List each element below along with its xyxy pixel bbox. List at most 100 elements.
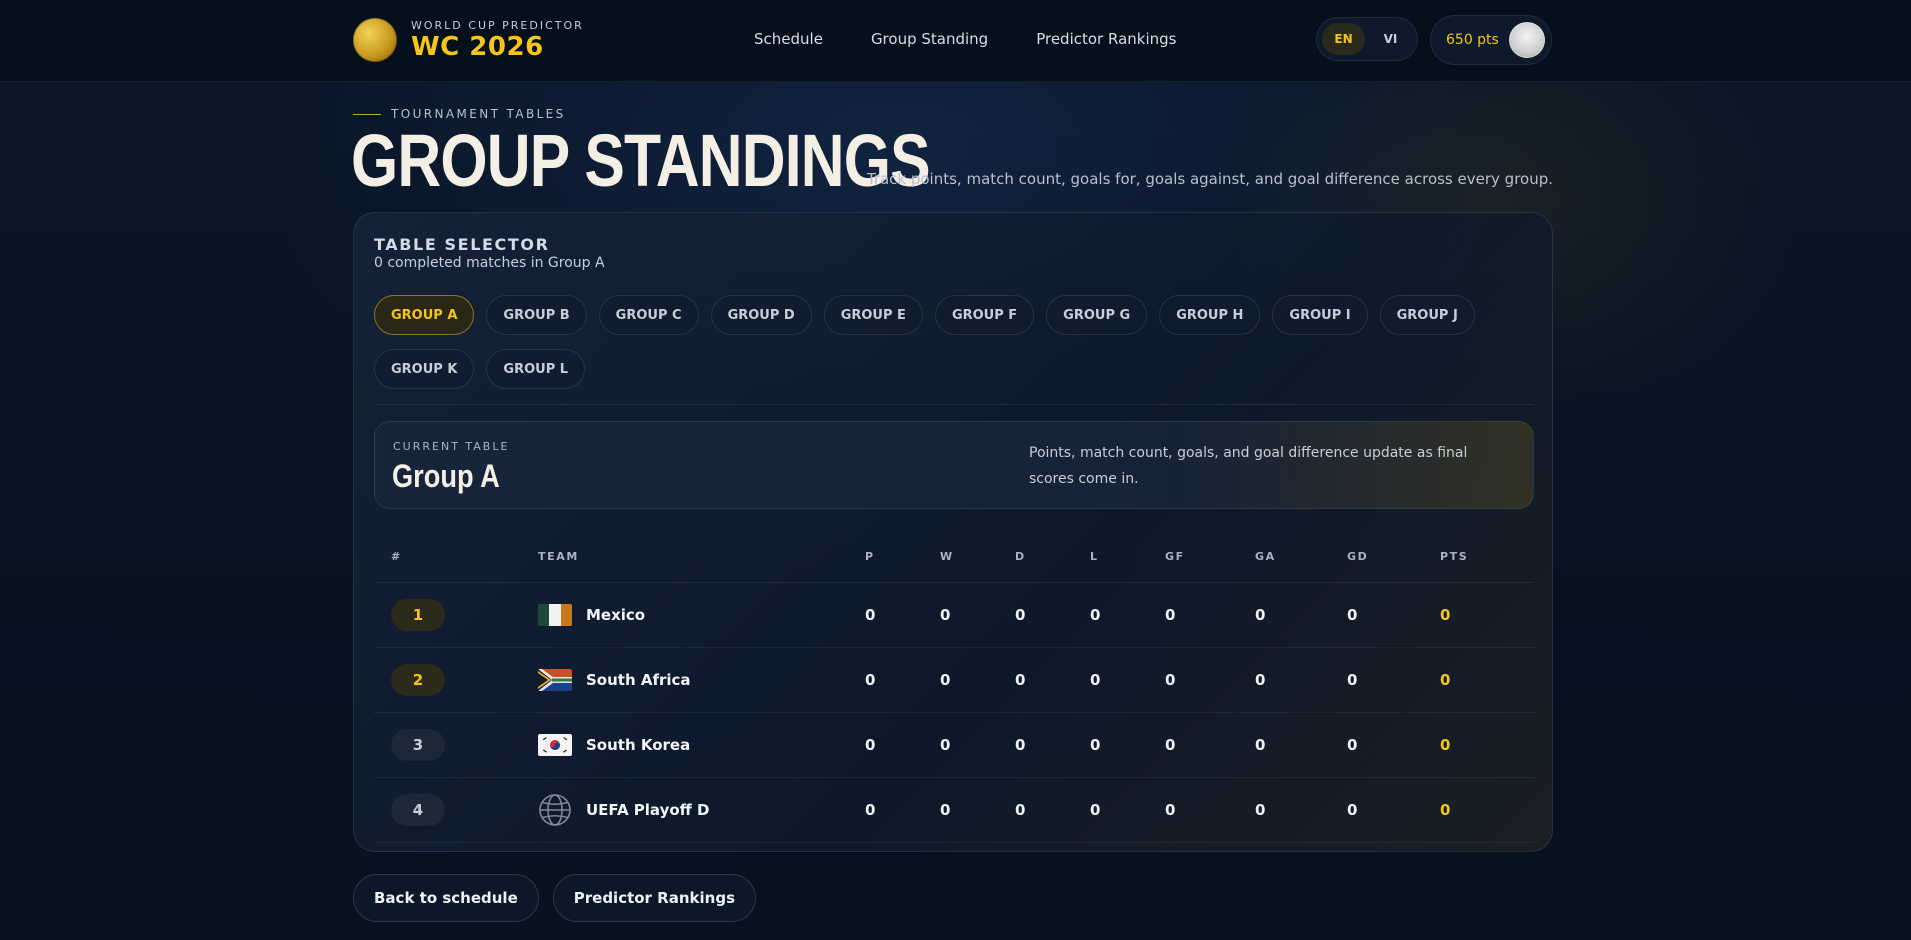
stat-ga: 0 [1255, 801, 1266, 819]
col-rank: # [391, 550, 402, 563]
rank-badge: 1 [391, 599, 445, 631]
stat-p: 0 [865, 801, 876, 819]
group-i-button[interactable]: GROUP I [1272, 295, 1368, 335]
footer-actions: Back to schedule Predictor Rankings [353, 874, 756, 922]
nav-predictor-rankings[interactable]: Predictor Rankings [1036, 30, 1176, 48]
page-title: GROUP STANDINGS [351, 119, 931, 202]
user-points-badge[interactable]: 650 pts [1430, 15, 1552, 65]
team-name: South Korea [586, 736, 691, 754]
stat-l: 0 [1090, 736, 1101, 754]
table-row[interactable]: 4 UEFA Playoff D 0 0 0 0 0 0 0 0 [374, 778, 1534, 843]
group-b-button[interactable]: GROUP B [486, 295, 587, 335]
stat-gd: 0 [1347, 801, 1358, 819]
col-ga: GA [1255, 550, 1276, 563]
stat-gd: 0 [1347, 736, 1358, 754]
col-d: D [1015, 550, 1026, 563]
table-row[interactable]: 3 South Korea 0 0 0 0 0 0 0 0 [374, 713, 1534, 778]
team-cell: South Africa [538, 669, 865, 691]
brand-text: WORLD CUP PREDICTOR WC 2026 [411, 19, 584, 62]
rank-cell: 2 [374, 664, 538, 696]
stat-l: 0 [1090, 801, 1101, 819]
col-pts: PTS [1440, 550, 1469, 563]
rank-cell: 4 [374, 794, 538, 826]
group-a-button[interactable]: GROUP A [374, 295, 475, 335]
brand-subtitle: WORLD CUP PREDICTOR [411, 18, 584, 32]
group-j-button[interactable]: GROUP J [1379, 295, 1475, 335]
group-e-button[interactable]: GROUP E [823, 295, 923, 335]
lang-en-button[interactable]: EN [1322, 23, 1365, 55]
rank-cell: 3 [374, 729, 538, 761]
rank-badge: 3 [391, 729, 445, 761]
stat-d: 0 [1015, 606, 1026, 624]
stat-d: 0 [1015, 801, 1026, 819]
stat-ga: 0 [1255, 606, 1266, 624]
stat-d: 0 [1015, 736, 1026, 754]
team-cell: Mexico [538, 604, 865, 626]
current-table-label: CURRENT TABLE [393, 440, 510, 453]
col-w: W [940, 550, 954, 563]
table-row[interactable]: 2 South Africa 0 0 0 0 0 0 0 0 [374, 648, 1534, 713]
group-d-button[interactable]: GROUP D [710, 295, 812, 335]
standings-card: TABLE SELECTOR 0 completed matches in Gr… [353, 212, 1553, 852]
team-name: South Africa [586, 671, 691, 689]
south-korea-flag-icon [538, 734, 572, 756]
col-gf: GF [1165, 550, 1185, 563]
stat-d: 0 [1015, 671, 1026, 689]
rank-cell: 1 [374, 599, 538, 631]
stat-pts: 0 [1440, 736, 1451, 754]
group-c-button[interactable]: GROUP C [598, 295, 699, 335]
stat-w: 0 [940, 606, 951, 624]
team-cell: UEFA Playoff D [538, 793, 865, 827]
stat-gd: 0 [1347, 671, 1358, 689]
table-header: # TEAM P W D L GF GA GD PTS [374, 531, 1534, 583]
stat-w: 0 [940, 671, 951, 689]
stat-ga: 0 [1255, 736, 1266, 754]
brand-title: WC 2026 [411, 31, 544, 62]
stat-gf: 0 [1165, 736, 1176, 754]
group-f-button[interactable]: GROUP F [934, 295, 1035, 335]
stat-w: 0 [940, 736, 951, 754]
stat-w: 0 [940, 801, 951, 819]
table-row[interactable]: 1 Mexico 0 0 0 0 0 0 0 0 [374, 583, 1534, 648]
standings-table: # TEAM P W D L GF GA GD PTS 1 Mexico 0 0… [374, 531, 1534, 843]
back-to-schedule-button[interactable]: Back to schedule [353, 874, 539, 922]
predictor-rankings-button[interactable]: Predictor Rankings [552, 874, 756, 922]
stat-gf: 0 [1165, 801, 1176, 819]
rank-badge: 4 [391, 794, 445, 826]
stat-gf: 0 [1165, 671, 1176, 689]
points-value: 650 pts [1446, 32, 1499, 48]
team-name: UEFA Playoff D [586, 801, 710, 819]
main-nav: Schedule Group Standing Predictor Rankin… [754, 30, 1176, 48]
stat-pts: 0 [1440, 606, 1451, 624]
stat-gd: 0 [1347, 606, 1358, 624]
group-h-button[interactable]: GROUP H [1159, 295, 1261, 335]
col-team: TEAM [538, 550, 579, 563]
brand[interactable]: WORLD CUP PREDICTOR WC 2026 [353, 18, 584, 62]
ball-logo-icon [353, 18, 397, 62]
top-header: WORLD CUP PREDICTOR WC 2026 Schedule Gro… [0, 0, 1911, 82]
group-g-button[interactable]: GROUP G [1046, 295, 1148, 335]
stat-pts: 0 [1440, 671, 1451, 689]
avatar[interactable] [1509, 22, 1545, 58]
stat-l: 0 [1090, 606, 1101, 624]
rank-badge: 2 [391, 664, 445, 696]
col-p: P [865, 550, 875, 563]
current-table-panel: CURRENT TABLE Group A Points, match coun… [374, 421, 1534, 509]
mexico-flag-icon [538, 604, 572, 626]
nav-schedule[interactable]: Schedule [754, 30, 823, 48]
globe-icon [539, 794, 571, 826]
current-table-description: Points, match count, goals, and goal dif… [1029, 445, 1468, 487]
stat-l: 0 [1090, 671, 1101, 689]
group-k-button[interactable]: GROUP K [374, 349, 475, 389]
stat-pts: 0 [1440, 801, 1451, 819]
group-l-button[interactable]: GROUP L [486, 349, 586, 389]
stat-p: 0 [865, 671, 876, 689]
nav-group-standing[interactable]: Group Standing [871, 30, 988, 48]
team-cell: South Korea [538, 734, 865, 756]
south-africa-flag-icon [538, 669, 572, 691]
current-table-name: Group A [392, 458, 500, 494]
lang-vi-button[interactable]: VI [1369, 23, 1412, 55]
stat-gf: 0 [1165, 606, 1176, 624]
selector-title: TABLE SELECTOR [374, 235, 550, 254]
selector-subtitle: 0 completed matches in Group A [374, 255, 605, 271]
